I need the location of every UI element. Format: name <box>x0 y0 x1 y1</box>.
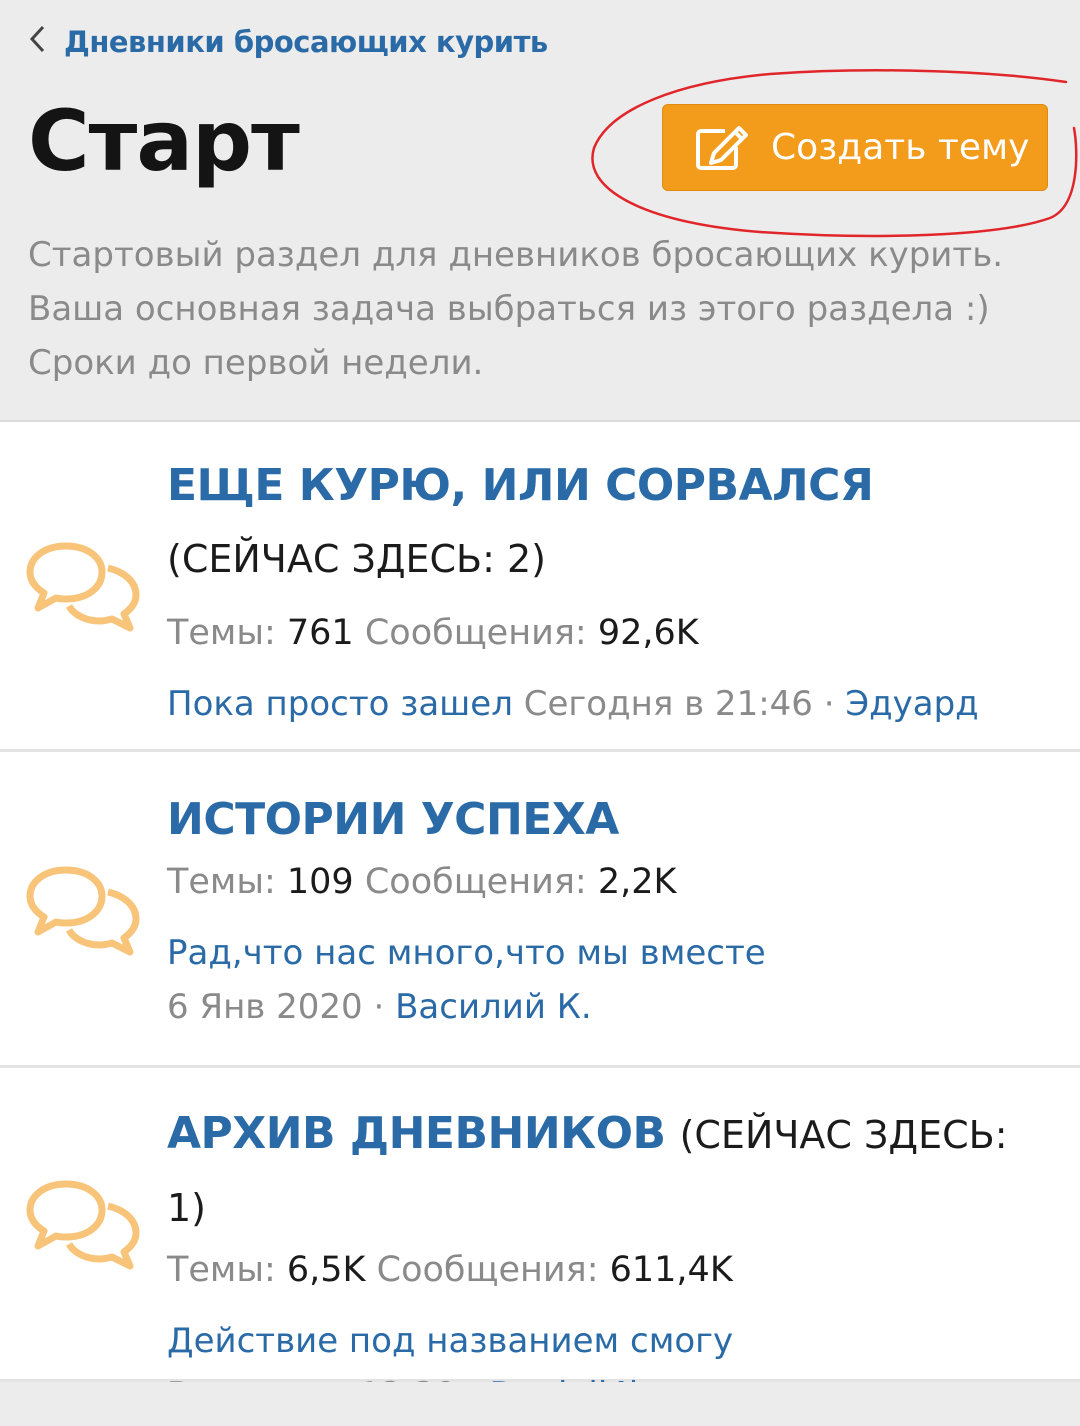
messages-label: Сообщения: <box>376 1250 599 1290</box>
chat-bubbles-icon <box>26 540 140 636</box>
messages-count: 2,2K <box>597 862 677 902</box>
latest-thread-link[interactable]: Пока просто зашел <box>167 684 513 724</box>
forum-title[interactable]: АРХИВ ДНЕВНИКОВ <box>167 1108 666 1159</box>
forum-node: ЕЩЕ КУРЮ, ИЛИ СОРВАЛСЯ (СЕЙЧАС ЗДЕСЬ: 2)… <box>0 422 1080 752</box>
latest-thread-link[interactable]: Действие под названием смогу <box>167 1321 733 1361</box>
threads-label: Темы: <box>167 613 276 653</box>
separator-dot: · <box>823 684 835 724</box>
latest-user-link[interactable]: Василий К. <box>395 987 592 1027</box>
forum-stats: Темы: 6,5K Сообщения: 611,4K <box>167 1244 1040 1296</box>
create-topic-label: Создать тему <box>771 127 1030 168</box>
page-footer-strip <box>0 1382 1080 1426</box>
forum-stats: Темы: 761 Сообщения: 92,6K <box>167 607 1040 659</box>
latest-post: Рад,что нас много,что мы вместе 6 Янв 20… <box>167 926 1040 1034</box>
chat-bubbles-icon <box>26 864 140 960</box>
threads-label: Темы: <box>167 1250 276 1290</box>
latest-date: Сегодня в 21:46 <box>523 684 813 724</box>
forum-stats: Темы: 109 Сообщения: 2,2K <box>167 856 1040 908</box>
forum-title[interactable]: ИСТОРИИ УСПЕХА <box>167 794 619 845</box>
page-title: Старт <box>28 92 300 190</box>
threads-count: 761 <box>286 613 354 653</box>
forum-header: Дневники бросающих курить Старт Создать … <box>0 0 1080 422</box>
breadcrumb-link[interactable]: Дневники бросающих курить <box>64 25 548 59</box>
separator-dot: · <box>373 987 385 1027</box>
threads-label: Темы: <box>167 862 276 902</box>
forum-title[interactable]: ЕЩЕ КУРЮ, ИЛИ СОРВАЛСЯ <box>167 460 874 511</box>
edit-icon <box>695 125 749 171</box>
viewing-count: (СЕЙЧАС ЗДЕСЬ: 2) <box>167 537 546 581</box>
create-topic-button[interactable]: Создать тему <box>662 104 1048 191</box>
messages-count: 92,6K <box>597 613 699 653</box>
latest-date: 6 Янв 2020 <box>167 987 363 1027</box>
messages-label: Сообщения: <box>364 862 587 902</box>
breadcrumb[interactable]: Дневники бросающих курить <box>28 24 548 60</box>
threads-count: 6,5K <box>286 1250 366 1290</box>
forum-node: АРХИВ ДНЕВНИКОВ (СЕЙЧАС ЗДЕСЬ: 1) Темы: … <box>0 1068 1080 1415</box>
chevron-left-icon[interactable] <box>28 24 46 60</box>
latest-thread-link[interactable]: Рад,что нас много,что мы вместе <box>167 933 766 973</box>
messages-label: Сообщения: <box>364 613 587 653</box>
forum-list: ЕЩЕ КУРЮ, ИЛИ СОРВАЛСЯ (СЕЙЧАС ЗДЕСЬ: 2)… <box>0 422 1080 1415</box>
threads-count: 109 <box>286 862 354 902</box>
latest-post: Пока просто зашел Сегодня в 21:46 · Эдуа… <box>167 677 1040 731</box>
forum-node: ИСТОРИИ УСПЕХА Темы: 109 Сообщения: 2,2K… <box>0 752 1080 1068</box>
chat-bubbles-icon <box>26 1178 140 1274</box>
forum-description: Стартовый раздел для дневников бросающих… <box>28 235 1004 383</box>
latest-user-link[interactable]: Эдуард <box>845 684 978 724</box>
messages-count: 611,4K <box>609 1250 733 1290</box>
